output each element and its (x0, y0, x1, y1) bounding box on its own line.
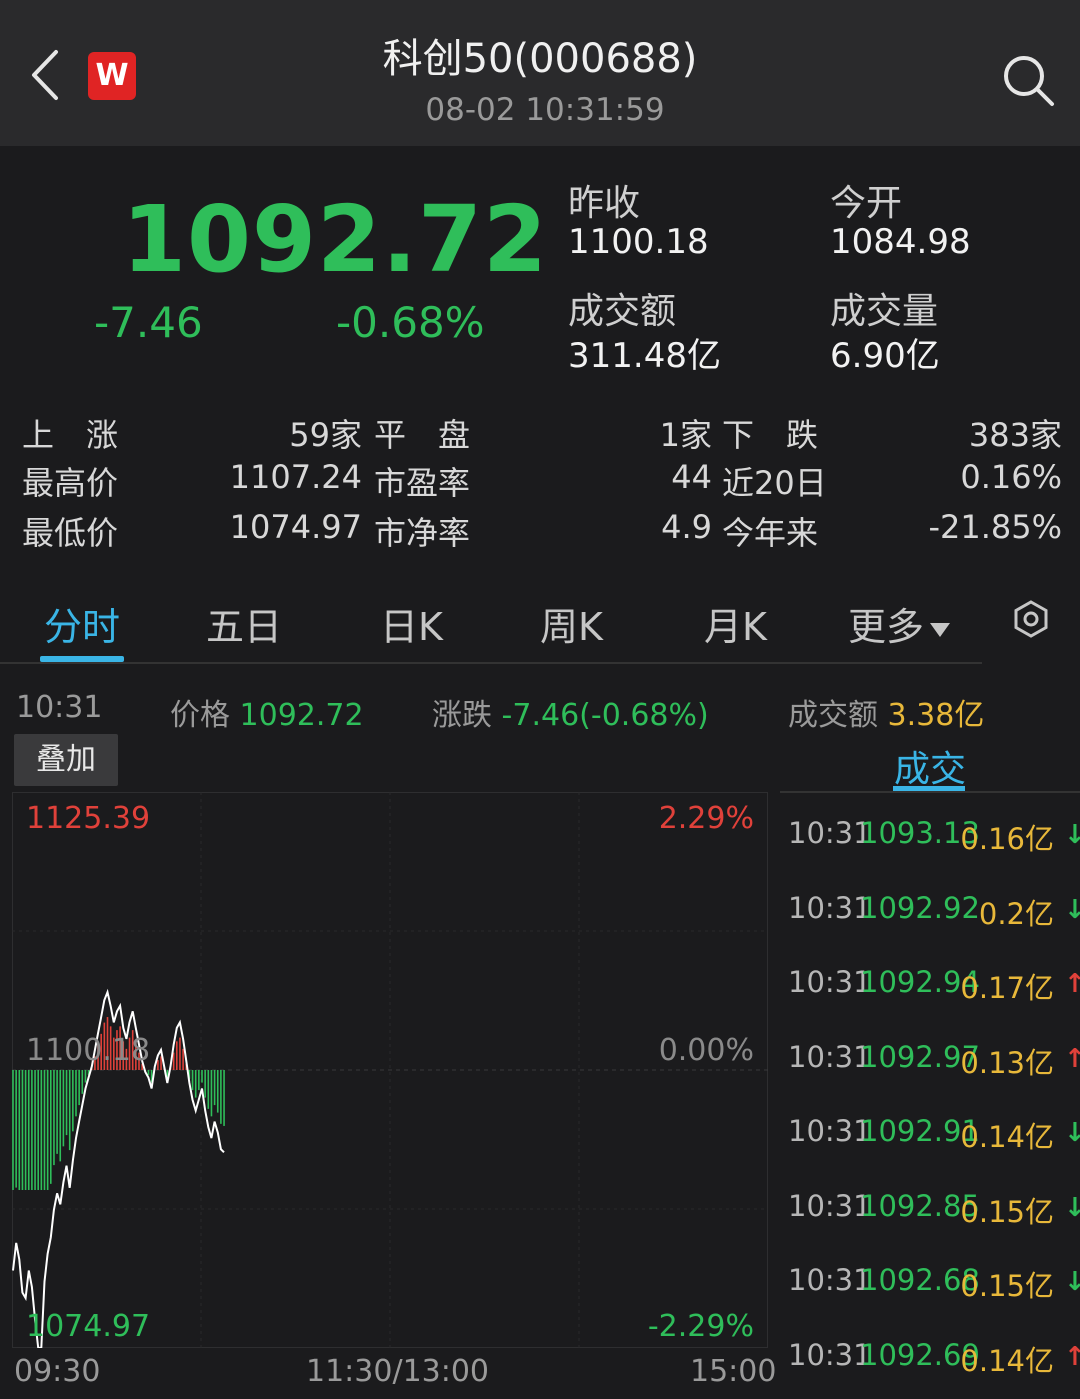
trade-row: 10:31 1092.94 0.17亿 ↑ (788, 965, 1080, 1005)
trade-price: 1092.92 (860, 890, 980, 925)
stat-label-low: 最低价 (22, 514, 119, 552)
settings-hexagon-icon[interactable] (1012, 600, 1050, 638)
stat-value-ytd: -21.85% (928, 508, 1062, 546)
info-price-label: 价格 (170, 698, 230, 733)
volume-value: 6.90亿 (830, 336, 940, 376)
pct-top-label: 2.29% (659, 801, 754, 836)
stat-label-high: 最高价 (22, 464, 119, 502)
turnover-value: 311.48亿 (568, 336, 721, 376)
stat-value-low: 1074.97 (229, 508, 362, 546)
tab-five-day[interactable]: 五日 (206, 596, 282, 651)
crosshair-time: 10:31 (16, 690, 103, 725)
trade-amount: 0.16亿 (960, 822, 1054, 856)
arrow-up-icon: ↑ (1064, 1043, 1080, 1074)
tab-more[interactable]: 更多 (848, 596, 951, 651)
trade-amount: 0.17亿 (960, 971, 1054, 1005)
info-change-value: -7.46(-0.68%) (501, 698, 709, 733)
trade-row: 10:31 1092.92 0.2亿 ↓ (788, 890, 1080, 931)
trade-row: 10:31 1092.91 0.14亿 ↓ (788, 1114, 1080, 1154)
quote-timestamp: 08-02 10:31:59 (425, 92, 665, 128)
search-icon[interactable] (1000, 52, 1056, 108)
stat-value-down: 383家 (968, 416, 1062, 454)
x-label-mid: 11:30/13:00 (306, 1354, 490, 1389)
info-change: 涨跌 -7.46(-0.68%) (432, 690, 709, 734)
pct-mid-label: 0.00% (659, 1033, 754, 1068)
stat-value-20day: 0.16% (960, 458, 1062, 496)
overlay-button[interactable]: 叠加 (14, 734, 118, 786)
tab-daily-k[interactable]: 日K (380, 596, 443, 651)
trade-amount: 0.2亿 (978, 896, 1054, 931)
arrow-down-icon: ↓ (1064, 820, 1080, 850)
trade-amount: 0.13亿 (960, 1045, 1054, 1080)
tab-more-label: 更多 (848, 605, 925, 649)
current-price: 1092.72 (122, 186, 549, 293)
y-bottom-label: 1074.97 (26, 1309, 150, 1344)
trades-divider (780, 791, 1080, 793)
prev-close-label: 昨收 (568, 183, 641, 224)
stat-value-pb: 4.9 (661, 508, 712, 546)
y-top-label: 1125.39 (26, 801, 150, 836)
open-value: 1084.98 (830, 222, 971, 262)
open-label: 今开 (830, 183, 903, 224)
arrow-up-icon: ↑ (1064, 1341, 1080, 1372)
stat-value-high: 1107.24 (229, 458, 362, 496)
intraday-chart[interactable]: 1125.39 1100.18 1074.97 2.29% 0.00% -2.2… (12, 792, 768, 1348)
turnover-label: 成交额 (568, 291, 677, 332)
x-label-end: 15:00 (690, 1354, 777, 1389)
trade-row: 10:31 1092.69 0.14亿 ↑ (788, 1338, 1080, 1378)
info-price: 价格 1092.72 (170, 690, 364, 734)
tab-intraday[interactable]: 分时 (44, 596, 120, 651)
arrow-up-icon: ↑ (1064, 969, 1080, 999)
stat-value-pe: 44 (671, 458, 712, 496)
trade-amount: 0.14亿 (960, 1120, 1054, 1154)
trade-amount: 0.15亿 (960, 1269, 1054, 1303)
trade-amount: 0.15亿 (960, 1194, 1054, 1229)
trade-row: 10:31 1092.97 0.13亿 ↑ (788, 1040, 1080, 1080)
info-turnover: 成交额 3.38亿 (788, 690, 984, 734)
stat-value-up: 59家 (289, 416, 362, 454)
stat-label-down: 下 跌 (722, 416, 819, 454)
caret-down-icon (930, 622, 951, 637)
arrow-down-icon: ↓ (1064, 1192, 1080, 1223)
stat-value-flat: 1家 (659, 416, 712, 454)
trade-row: 10:31 1092.85 0.15亿 ↓ (788, 1189, 1080, 1229)
arrow-down-icon: ↓ (1064, 894, 1080, 925)
pct-bottom-label: -2.29% (648, 1309, 754, 1344)
page-title: 科创50(000688) (382, 36, 698, 82)
info-price-value: 1092.72 (239, 698, 364, 733)
arrow-down-icon: ↓ (1064, 1118, 1080, 1148)
stat-label-flat: 平 盘 (374, 416, 471, 454)
trade-row: 10:31 1093.13 0.16亿 ↓ (788, 816, 1080, 856)
info-turnover-label: 成交额 (788, 698, 878, 733)
top-bar: W 科创50(000688) 08-02 10:31:59 (0, 0, 1080, 146)
stat-label-pb: 市净率 (374, 514, 471, 552)
stat-label-pe: 市盈率 (374, 464, 471, 502)
prev-close-value: 1100.18 (568, 222, 709, 262)
volume-label: 成交量 (830, 291, 939, 332)
price-change: -7.46 (94, 298, 203, 347)
tab-divider (0, 662, 982, 664)
stat-label-ytd: 今年来 (722, 514, 819, 552)
tab-weekly-k[interactable]: 周K (540, 596, 603, 651)
trade-amount: 0.14亿 (960, 1343, 1054, 1378)
stat-label-20day: 近20日 (722, 464, 827, 502)
y-mid-label: 1100.18 (26, 1033, 150, 1068)
info-change-label: 涨跌 (432, 698, 492, 733)
trade-row: 10:31 1092.68 0.15亿 ↓ (788, 1263, 1080, 1303)
tab-monthly-k[interactable]: 月K (704, 596, 767, 651)
arrow-down-icon: ↓ (1064, 1267, 1080, 1297)
info-turnover-value: 3.38亿 (887, 698, 985, 733)
price-change-percent: -0.68% (336, 298, 485, 347)
stat-label-up: 上 涨 (22, 416, 119, 454)
x-label-start: 09:30 (14, 1354, 101, 1389)
tab-trades[interactable]: 成交 (894, 740, 966, 792)
